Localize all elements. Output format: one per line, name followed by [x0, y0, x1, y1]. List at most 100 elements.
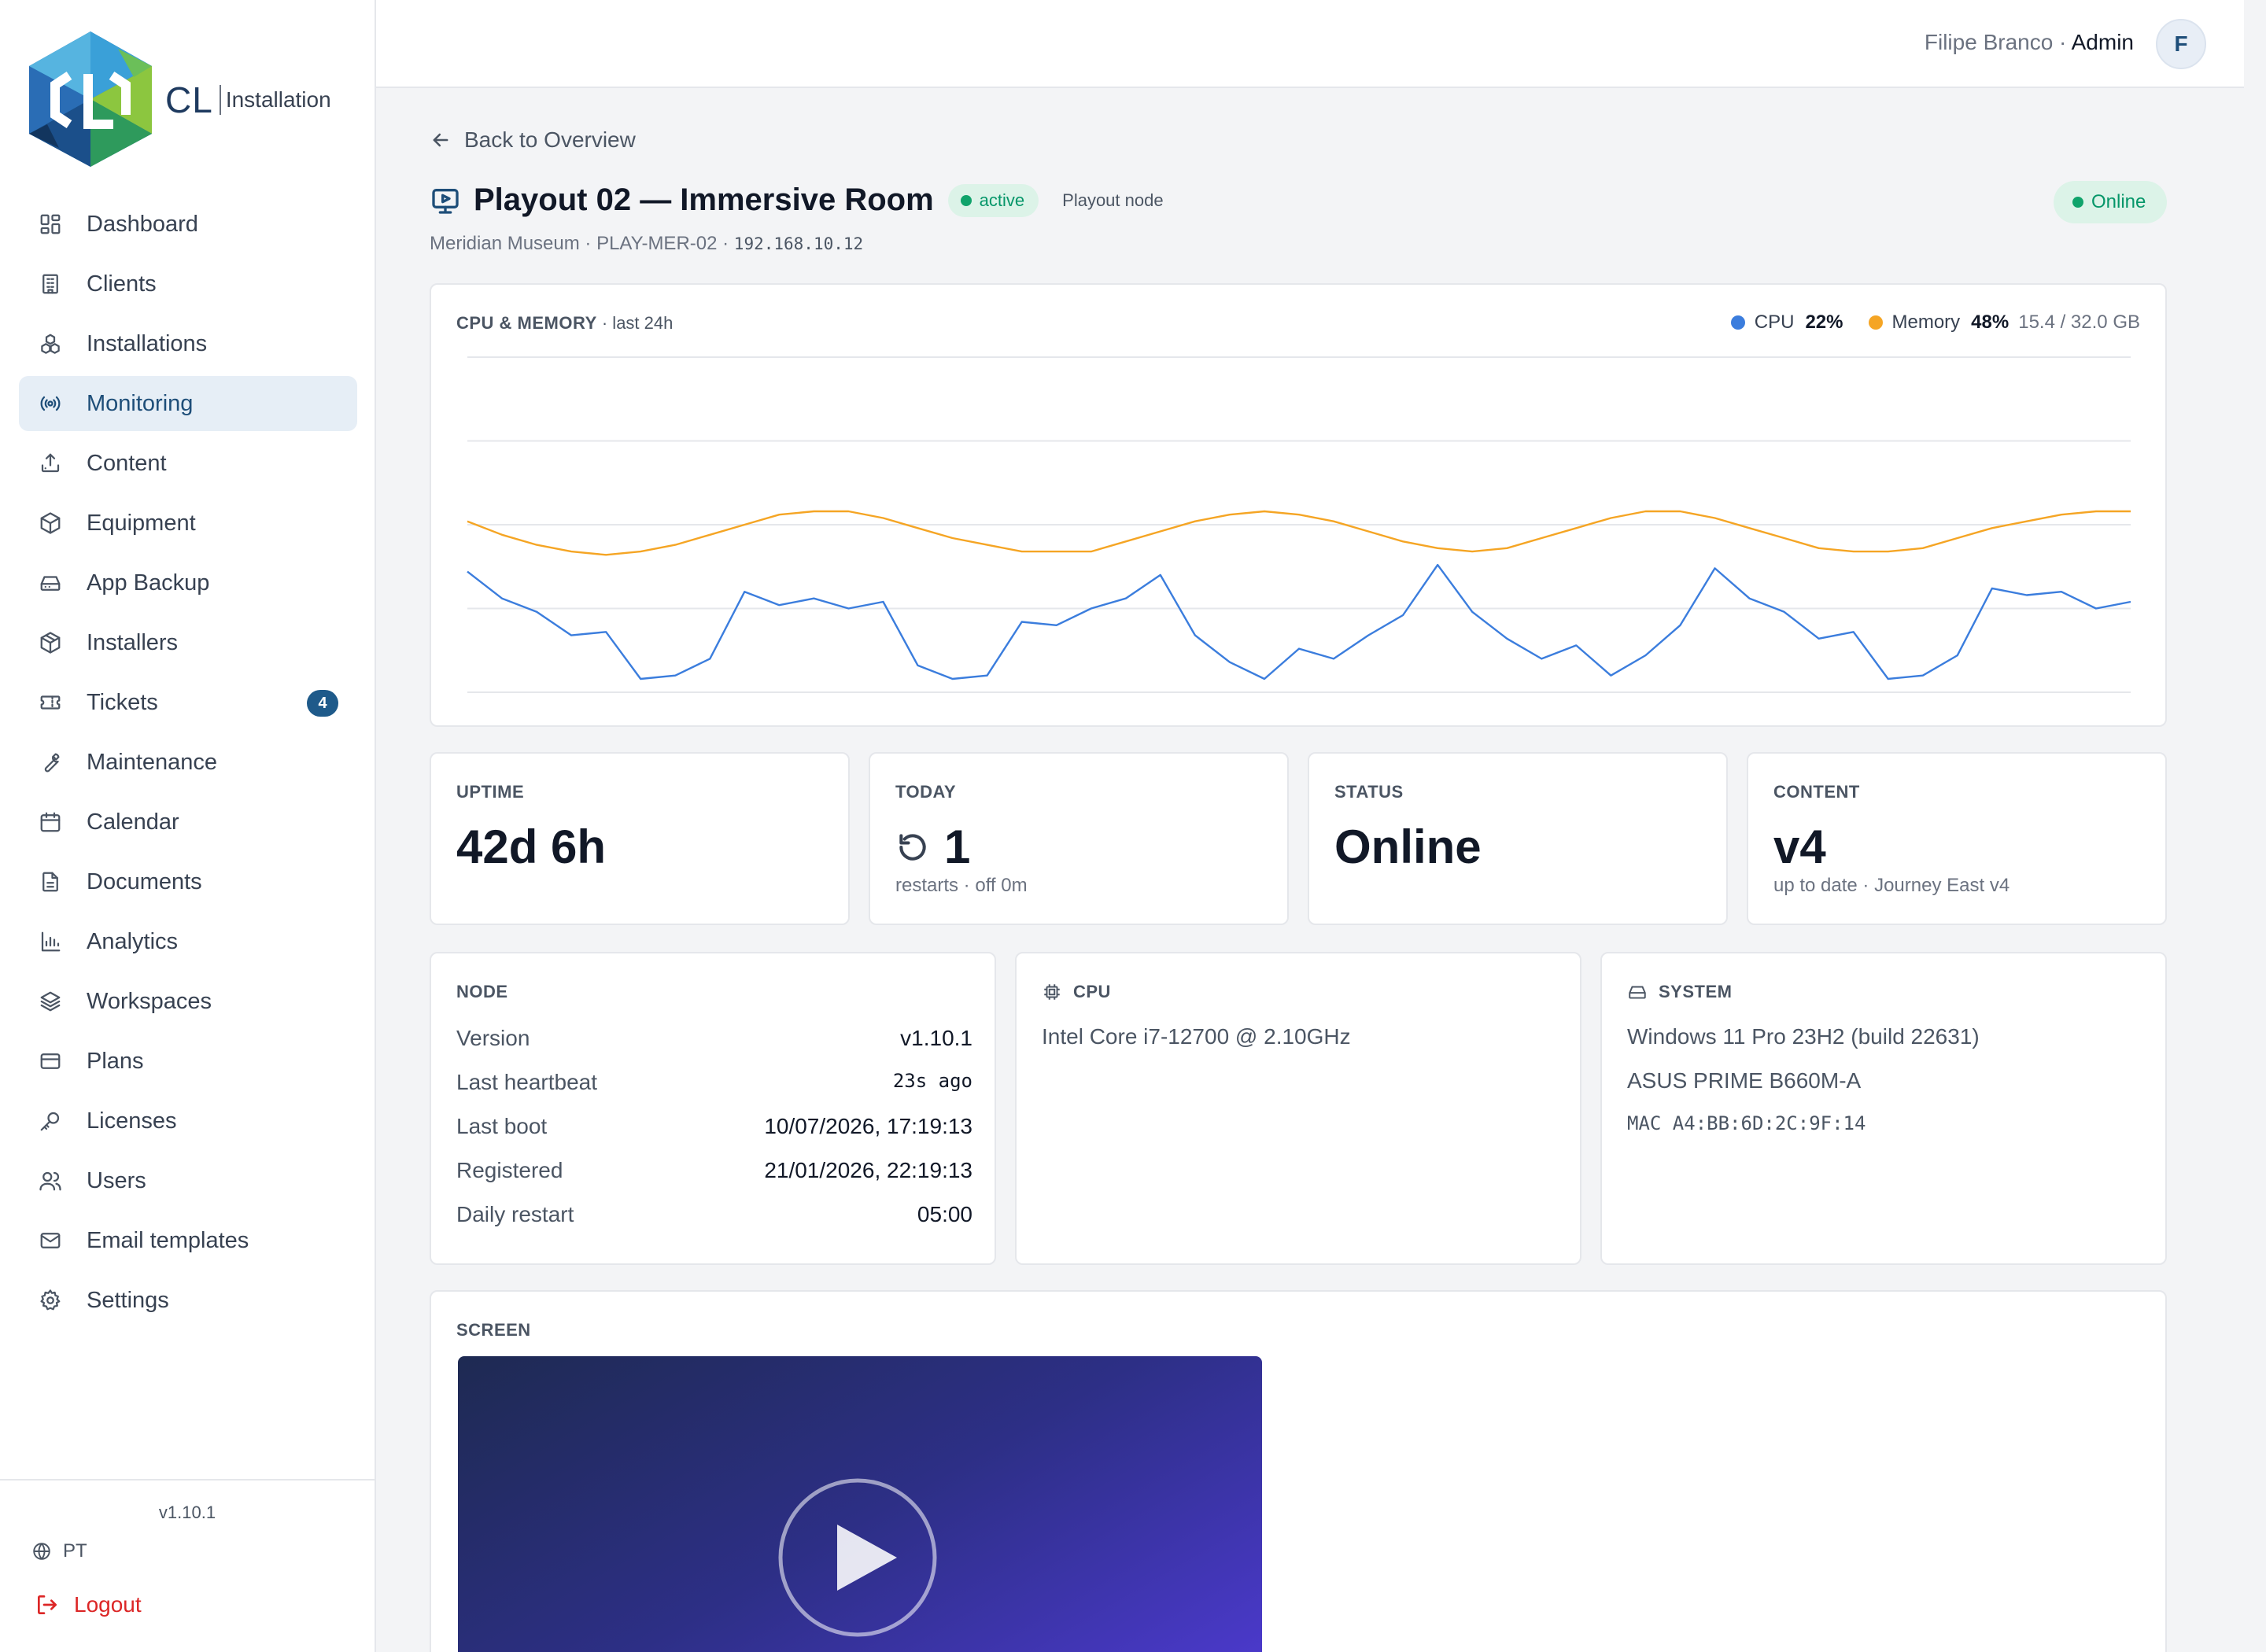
sidebar-item-app-backup[interactable]: App Backup — [19, 555, 357, 610]
calendar-icon — [38, 809, 63, 835]
today-sub: restarts · off 0m — [895, 875, 1028, 896]
status-label: STATUS — [1334, 782, 1404, 802]
key-icon — [38, 1108, 63, 1134]
sidebar-item-email-templates[interactable]: Email templates — [19, 1213, 357, 1268]
sidebar-item-plans[interactable]: Plans — [19, 1034, 357, 1089]
node-row-registered: Registered 21/01/2026, 22:19:13 — [456, 1158, 972, 1183]
arrow-left-icon — [433, 133, 448, 147]
chart-label: CPU & MEMORY — [456, 313, 597, 333]
sidebar-item-label: Plans — [87, 1048, 144, 1074]
globe-icon — [33, 1543, 50, 1560]
node-value: 21/01/2026, 22:19:13 — [764, 1158, 972, 1182]
sidebar-item-analytics[interactable]: Analytics — [19, 914, 357, 969]
sidebar-item-dashboard[interactable]: Dashboard — [19, 197, 357, 252]
status-card: STATUS Online — [1308, 752, 1728, 925]
play-icon[interactable] — [777, 1477, 938, 1638]
logout-button[interactable]: Logout — [35, 1592, 142, 1617]
memory-legend-label: Memory — [1891, 312, 1961, 333]
sidebar-item-label: Analytics — [87, 928, 179, 954]
node-row-version: Version v1.10.1 — [456, 1026, 972, 1051]
wrench-icon — [38, 750, 63, 775]
sidebar-item-label: Settings — [87, 1287, 169, 1313]
sidebar-item-calendar[interactable]: Calendar — [19, 795, 357, 850]
sidebar-item-tickets[interactable]: Tickets 4 — [19, 675, 357, 730]
monitor-play-icon — [430, 185, 461, 216]
device-location: Meridian Museum · PLAY-MER-02 · — [430, 233, 734, 254]
cpu-legend-value: 22% — [1805, 312, 1843, 333]
memory-series-line — [467, 510, 2131, 556]
language-switcher[interactable]: PT — [31, 1540, 87, 1562]
sidebar-nav: Dashboard Clients Installations Monitori… — [19, 197, 357, 1333]
sidebar-item-label: Equipment — [87, 510, 196, 536]
status-value: Online — [1334, 820, 1482, 873]
state-badge-label: active — [979, 190, 1025, 210]
today-value-row: 1 — [895, 820, 970, 874]
sidebar-item-workspaces[interactable]: Workspaces — [19, 974, 357, 1029]
system-os: Windows 11 Pro 23H2 (build 22631) — [1627, 1024, 1980, 1049]
sidebar-item-installations[interactable]: Installations — [19, 316, 357, 371]
sidebar-item-settings[interactable]: Settings — [19, 1273, 357, 1328]
chart-legend: CPU 22% Memory 48% 15.4 / 32.0 GB — [1730, 312, 2140, 334]
brand-divider — [219, 85, 221, 115]
node-key: Registered — [456, 1158, 563, 1182]
current-user[interactable]: Filipe Branco · Admin — [1925, 30, 2134, 55]
sidebar-item-label: Documents — [87, 868, 202, 894]
uptime-value: 42d 6h — [456, 820, 607, 873]
brand-logo[interactable]: CL Installation — [24, 30, 354, 168]
sidebar-item-maintenance[interactable]: Maintenance — [19, 735, 357, 790]
sidebar-item-monitoring[interactable]: Monitoring — [19, 376, 357, 431]
sidebar-item-clients[interactable]: Clients — [19, 256, 357, 312]
device-title-row: Playout 02 — Immersive Room active Playo… — [430, 183, 1175, 218]
content-label: CONTENT — [1773, 782, 1860, 802]
sidebar-item-content[interactable]: Content — [19, 436, 357, 491]
cpu-legend-swatch — [1730, 315, 1745, 330]
system-label: SYSTEM — [1659, 982, 1733, 1001]
sidebar-item-label: Monitoring — [87, 390, 194, 416]
sidebar-item-label: Installations — [87, 330, 208, 356]
sidebar-item-label: App Backup — [87, 570, 210, 596]
hard-drive-icon — [38, 570, 63, 596]
sidebar-item-label: Installers — [87, 629, 179, 655]
memory-legend-detail: 15.4 / 32.0 GB — [2018, 312, 2140, 333]
sidebar-item-equipment[interactable]: Equipment — [19, 496, 357, 551]
sidebar-item-label: Tickets — [87, 689, 158, 715]
status-dot — [960, 194, 972, 206]
sidebar-footer: v1.10.1 PT Logout — [0, 1479, 375, 1652]
memory-legend-swatch — [1868, 315, 1883, 330]
node-key: Daily restart — [456, 1202, 574, 1226]
ticket-icon — [38, 690, 63, 715]
online-status-pill: Online — [2054, 181, 2167, 223]
cpu-memory-chart — [467, 356, 2131, 693]
sidebar-item-licenses[interactable]: Licenses — [19, 1093, 357, 1149]
node-value: v1.10.1 — [900, 1026, 972, 1050]
back-to-overview-link[interactable]: Back to Overview — [430, 127, 636, 153]
broadcast-icon — [38, 391, 63, 416]
system-info-card: SYSTEM Windows 11 Pro 23H2 (build 22631)… — [1600, 952, 2167, 1265]
brand-logo-text: CL — [165, 79, 213, 120]
screen-preview[interactable] — [458, 1356, 1262, 1652]
chart-title: CPU & MEMORY · last 24h — [456, 313, 673, 334]
node-row-daily-restart: Daily restart 05:00 — [456, 1202, 972, 1227]
upload-icon — [38, 451, 63, 476]
today-card: TODAY 1 restarts · off 0m — [869, 752, 1289, 925]
avatar[interactable]: F — [2156, 19, 2206, 69]
sidebar-item-installers[interactable]: Installers — [19, 615, 357, 670]
node-key: Version — [456, 1026, 530, 1050]
device-subtitle: Meridian Museum · PLAY-MER-02 · 192.168.… — [430, 233, 863, 255]
hexagon-logo-icon — [29, 31, 152, 167]
cubes-icon — [38, 331, 63, 356]
user-separator: · — [2053, 30, 2072, 54]
mail-icon — [38, 1228, 63, 1253]
app-version: v1.10.1 — [158, 1503, 216, 1522]
device-ip: 192.168.10.12 — [733, 234, 864, 253]
user-role: Admin — [2071, 30, 2134, 54]
sidebar-item-users[interactable]: Users — [19, 1153, 357, 1208]
sidebar-item-label: Email templates — [87, 1227, 249, 1253]
screen-label: SCREEN — [456, 1320, 531, 1340]
restart-icon — [899, 833, 926, 861]
user-name: Filipe Branco — [1924, 30, 2054, 54]
sidebar-item-label: Maintenance — [87, 749, 218, 775]
sidebar-item-documents[interactable]: Documents — [19, 854, 357, 909]
users-icon — [38, 1168, 63, 1193]
cpu-chip-icon — [1044, 984, 1060, 1000]
